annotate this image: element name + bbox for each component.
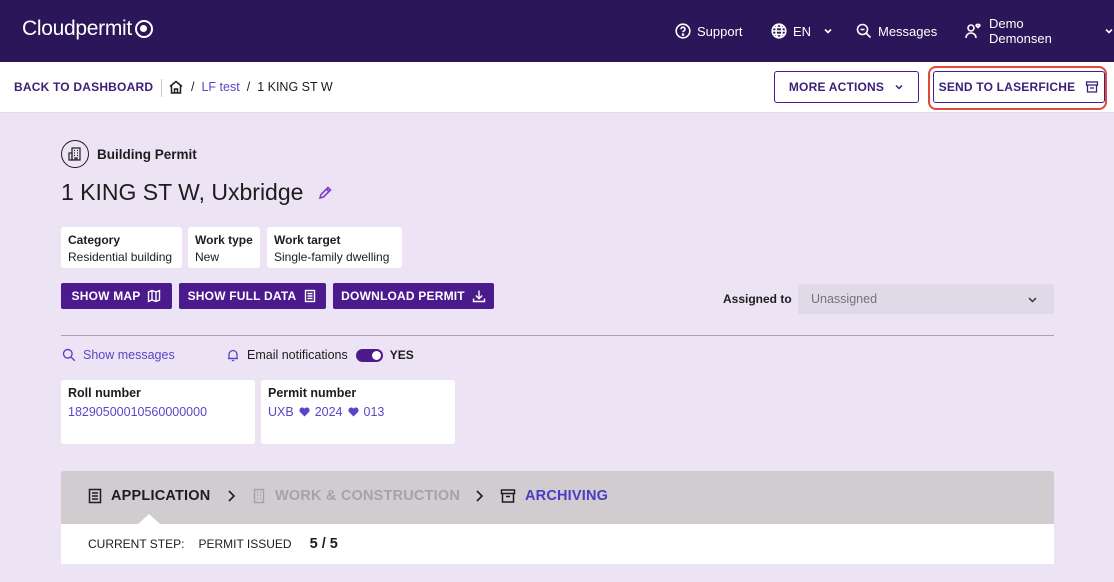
brand-name: Cloudpermit xyxy=(22,17,132,40)
map-icon xyxy=(148,289,161,303)
attribute-value: Residential building xyxy=(68,250,173,264)
chevron-down-icon xyxy=(824,28,832,34)
user-name: Demo Demonsen xyxy=(988,16,1052,46)
breadcrumb-separator: / xyxy=(246,80,251,94)
show-full-data-label: SHOW FULL DATA xyxy=(187,289,297,303)
download-permit-label: DOWNLOAD PERMIT xyxy=(341,289,465,303)
permit-number-card: Permit number UXB 2024 013 xyxy=(261,380,455,444)
archive-icon xyxy=(500,489,516,503)
permit-number-part: UXB xyxy=(268,405,294,419)
attribute-label: Work target xyxy=(274,233,341,247)
current-step-progress: 5 / 5 xyxy=(309,536,338,552)
page-title: 1 KING ST W, Uxbridge xyxy=(61,179,304,205)
email-notifications-row: Email notifications YES xyxy=(226,348,414,362)
step-archiving[interactable]: ARCHIVING xyxy=(500,488,608,504)
messages-icon xyxy=(62,348,76,362)
breadcrumb-current: 1 KING ST W xyxy=(257,80,333,94)
globe-icon xyxy=(771,23,787,39)
user-menu[interactable]: Demo Demonsen xyxy=(965,0,1114,62)
permit-number-value[interactable]: UXB 2024 013 xyxy=(268,405,448,419)
step-work-construction: WORK & CONSTRUCTION xyxy=(252,488,460,504)
language-label: EN xyxy=(793,23,812,39)
step-label: ARCHIVING xyxy=(525,488,609,504)
document-icon xyxy=(305,289,316,303)
bell-icon xyxy=(228,349,238,362)
assigned-to-value: Unassigned xyxy=(811,292,878,306)
current-step-bar: CURRENT STEP: PERMIT ISSUED 5 / 5 xyxy=(61,524,1054,564)
show-map-label: SHOW MAP xyxy=(71,289,141,303)
chevron-down-icon xyxy=(1028,297,1037,303)
heart-icon xyxy=(299,407,310,417)
support-label: Support xyxy=(697,23,743,39)
attribute-value: Single-family dwelling xyxy=(274,250,390,264)
breadcrumb-project-link[interactable]: LF test xyxy=(201,80,239,94)
logo-mark-icon xyxy=(134,20,153,38)
home-icon[interactable] xyxy=(168,79,184,95)
back-to-dashboard-link[interactable]: BACK TO DASHBOARD xyxy=(14,80,153,94)
messages-link[interactable]: Messages xyxy=(856,0,937,62)
permit-type: Building Permit xyxy=(61,140,197,168)
cloudpermit-logo[interactable]: Cloudpermit xyxy=(22,17,153,41)
language-selector[interactable]: EN xyxy=(771,0,833,62)
breadcrumb: / LF test / 1 KING ST W xyxy=(168,79,333,95)
show-full-data-button[interactable]: SHOW FULL DATA xyxy=(179,283,326,309)
attribute-label: Category xyxy=(68,233,121,247)
permit-number-label: Permit number xyxy=(268,386,357,400)
step-label: APPLICATION xyxy=(111,488,211,504)
email-notifications-label: Email notifications xyxy=(247,348,348,362)
attribute-label: Work type xyxy=(195,233,253,247)
show-messages-link[interactable]: Show messages xyxy=(62,348,175,362)
chevron-down-icon xyxy=(895,84,903,90)
attribute-card-work-type: Work type New xyxy=(188,227,260,268)
assigned-to-label: Assigned to xyxy=(723,292,792,306)
download-icon xyxy=(472,290,486,303)
email-notifications-state: YES xyxy=(389,348,414,362)
more-actions-button[interactable]: MORE ACTIONS xyxy=(774,71,919,103)
current-step-name: PERMIT ISSUED xyxy=(198,537,292,551)
assigned-to-select[interactable]: Unassigned xyxy=(798,284,1054,314)
active-step-indicator xyxy=(138,514,160,524)
breadcrumb-separator: / xyxy=(191,80,195,94)
building-icon xyxy=(253,488,265,504)
messages-icon xyxy=(856,23,872,39)
permit-type-label: Building Permit xyxy=(97,146,197,162)
more-actions-label: MORE ACTIONS xyxy=(788,80,885,94)
current-step-label: CURRENT STEP: xyxy=(88,537,185,551)
chevron-right-icon xyxy=(228,490,236,502)
highlight-outline xyxy=(928,66,1107,110)
download-permit-button[interactable]: DOWNLOAD PERMIT xyxy=(333,283,494,309)
email-notifications-toggle[interactable] xyxy=(355,348,383,362)
step-application[interactable]: APPLICATION xyxy=(88,488,210,504)
permit-number-part: 2024 xyxy=(314,405,343,419)
heart-icon xyxy=(347,407,359,417)
attribute-value: New xyxy=(195,250,220,264)
show-messages-label: Show messages xyxy=(83,348,175,362)
divider xyxy=(161,79,162,97)
chevron-down-icon xyxy=(1105,28,1113,34)
roll-number-label: Roll number xyxy=(68,386,141,400)
section-divider xyxy=(61,335,1054,336)
step-label: WORK & CONSTRUCTION xyxy=(275,488,461,504)
document-icon xyxy=(88,488,102,504)
process-stepper: APPLICATION WORK & CONSTRUCTION ARCHIVIN… xyxy=(61,471,1054,524)
permit-number-part: 013 xyxy=(363,405,385,419)
chevron-right-icon xyxy=(476,490,484,502)
show-map-button[interactable]: SHOW MAP xyxy=(61,283,172,309)
help-circle-icon xyxy=(675,23,691,39)
building-icon xyxy=(61,140,89,168)
permit-title-row: 1 KING ST W, Uxbridge xyxy=(61,179,333,206)
user-heart-icon xyxy=(965,23,981,39)
support-link[interactable]: Support xyxy=(675,0,743,62)
edit-pencil-icon[interactable] xyxy=(317,185,333,201)
roll-number-card: Roll number 18290500010560000000 xyxy=(61,380,255,444)
messages-label: Messages xyxy=(878,23,938,39)
attribute-card-work-target: Work target Single-family dwelling xyxy=(267,227,402,268)
attribute-card-category: Category Residential building xyxy=(61,227,182,268)
roll-number-value[interactable]: 18290500010560000000 xyxy=(68,405,248,419)
top-navigation-bar: Cloudpermit Support EN Messages Demo Dem… xyxy=(0,0,1114,62)
